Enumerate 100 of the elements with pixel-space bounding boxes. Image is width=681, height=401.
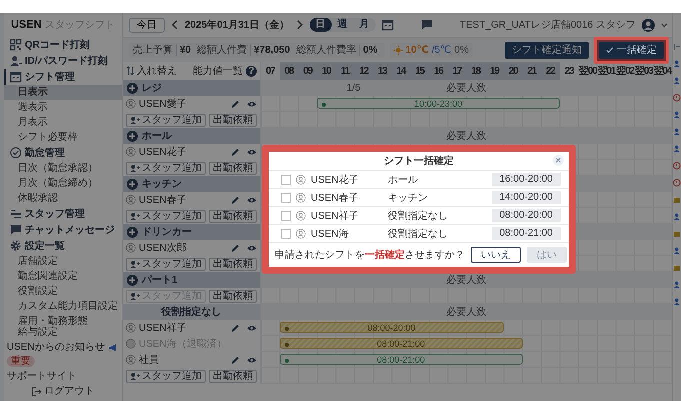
- group-name: パート1: [142, 274, 178, 287]
- request-shift-button[interactable]: 出勤依頼: [209, 370, 257, 382]
- user-plus-icon: [130, 116, 140, 124]
- hour-label: 11: [336, 62, 354, 80]
- qr-code-icon: [10, 39, 22, 51]
- plus-circle-icon[interactable]: [127, 178, 138, 190]
- request-shift-button[interactable]: 出勤依頼: [209, 114, 257, 126]
- confirm-all-button[interactable]: 一括確定: [599, 42, 664, 58]
- previous-icon[interactable]: [171, 20, 179, 30]
- avatar-icon: [296, 174, 306, 184]
- sidebar-subitem[interactable]: 月表示: [4, 115, 122, 130]
- shift-bar[interactable]: 08:00-21:00: [280, 338, 523, 349]
- user-plus-icon: [130, 164, 140, 172]
- news-link[interactable]: USENからのお知らせ: [7, 342, 105, 353]
- request-shift-button[interactable]: 出勤依頼: [209, 210, 257, 222]
- hour-label: 10: [317, 62, 336, 80]
- add-staff-button[interactable]: スタッフ追加: [126, 370, 206, 382]
- user-plus-icon: [130, 372, 140, 380]
- eye-icon[interactable]: [247, 148, 257, 156]
- date-label: 2025年01月31日（金）: [185, 18, 290, 32]
- request-shift-button[interactable]: 出勤依頼: [209, 290, 257, 302]
- add-staff-button[interactable]: スタッフ追加: [126, 114, 206, 126]
- sidebar-item[interactable]: ID/パスワード打刻: [4, 53, 122, 69]
- shift-bar[interactable]: 08:00-20:00: [280, 322, 504, 333]
- user-plus-icon: [130, 292, 140, 300]
- sidebar-item[interactable]: チャットメッセージ: [4, 222, 122, 238]
- staff-name: USEN祥子: [311, 210, 360, 222]
- staff-name: USEN次郎: [139, 242, 188, 255]
- eye-icon[interactable]: [247, 100, 257, 108]
- sidebar-subitem[interactable]: カスタム能力項目設定: [4, 299, 122, 314]
- shift-bar[interactable]: 08:00-21:00: [280, 354, 523, 365]
- eye-icon[interactable]: [247, 324, 257, 332]
- dialog-button[interactable]: いいえ: [471, 247, 521, 263]
- help-button[interactable]: ?: [246, 66, 257, 76]
- request-shift-button[interactable]: 出勤依頼: [209, 258, 257, 270]
- gear-icon: [10, 240, 22, 252]
- view-tab[interactable]: 月: [354, 18, 376, 32]
- avatar-icon[interactable]: [642, 18, 655, 32]
- caret-icon[interactable]: [661, 22, 668, 28]
- plus-circle-icon[interactable]: [127, 226, 138, 238]
- pencil-icon[interactable]: [231, 148, 240, 156]
- role-name: ホール: [388, 174, 419, 186]
- view-tab[interactable]: 日: [310, 18, 332, 32]
- today-button[interactable]: 今日: [129, 18, 165, 32]
- sidebar-subitem[interactable]: 日次（勤怠承認）: [4, 161, 122, 176]
- checkbox[interactable]: [281, 174, 291, 184]
- group-name: 役割指定なし: [162, 305, 222, 319]
- skills-link[interactable]: 能力値一覧: [193, 64, 243, 78]
- sidebar-subitem[interactable]: 月次（勤怠締め）: [4, 176, 122, 191]
- sidebar-subitem[interactable]: 役割設定: [4, 284, 122, 299]
- pencil-icon[interactable]: [231, 196, 240, 204]
- eye-icon[interactable]: [247, 196, 257, 204]
- sidebar-item[interactable]: 設定一覧: [4, 238, 122, 254]
- notify-button[interactable]: シフト確定通知: [505, 42, 589, 58]
- avatar-icon: [296, 210, 306, 220]
- sidebar-item[interactable]: 勤怠管理: [4, 145, 122, 161]
- plus-circle-icon[interactable]: [127, 82, 138, 94]
- chat-icon[interactable]: [420, 19, 433, 31]
- view-tab[interactable]: 週: [332, 18, 354, 32]
- shift-bar[interactable]: 10:00-23:00: [317, 98, 560, 109]
- pencil-icon[interactable]: [231, 244, 240, 252]
- checkbox[interactable]: [281, 228, 291, 238]
- support-link[interactable]: サポートサイト: [4, 369, 122, 384]
- pencil-icon[interactable]: [231, 100, 240, 108]
- checkbox[interactable]: [281, 210, 291, 220]
- sidebar-subitem[interactable]: シフト必要枠: [4, 130, 122, 145]
- avatar-icon: [296, 228, 306, 238]
- plus-circle-icon[interactable]: [127, 130, 138, 142]
- eye-icon[interactable]: [247, 356, 257, 364]
- sidebar-subitem[interactable]: 店舗設定: [4, 254, 122, 269]
- user-icon: [673, 77, 681, 85]
- logout-button[interactable]: ログアウト: [28, 384, 98, 399]
- swap-button[interactable]: 入れ替え: [126, 64, 177, 78]
- sidebar-subitem[interactable]: 日表示: [4, 85, 122, 100]
- dialog-title: シフト一括確定: [384, 154, 454, 168]
- avatar-icon: [126, 147, 136, 157]
- hour-label: 09: [298, 62, 318, 80]
- pencil-icon[interactable]: [231, 356, 240, 364]
- eye-icon[interactable]: [247, 244, 257, 252]
- checkbox[interactable]: [281, 192, 291, 202]
- add-staff-button[interactable]: スタッフ追加: [126, 258, 206, 270]
- user-icon: [673, 111, 681, 119]
- stat-label: 売上予算: [133, 44, 173, 56]
- sidebar-item[interactable]: QRコード打刻: [4, 37, 122, 53]
- sidebar-subitem[interactable]: 勤怠関連設定: [4, 269, 122, 284]
- add-staff-button[interactable]: スタッフ追加: [126, 210, 206, 222]
- calendar-icon[interactable]: [382, 19, 394, 31]
- sidebar-subitem[interactable]: 休暇承認: [4, 191, 122, 206]
- pencil-icon[interactable]: [231, 324, 240, 332]
- add-staff-button[interactable]: スタッフ追加: [126, 162, 206, 174]
- confirm-question: 申請されたシフトを一括確定させますか？: [275, 248, 465, 262]
- sidebar-subitem[interactable]: 週表示: [4, 100, 122, 115]
- sidebar-item[interactable]: スタッフ管理: [4, 206, 122, 222]
- plus-circle-icon[interactable]: [127, 274, 138, 286]
- close-icon[interactable]: [553, 155, 564, 166]
- sidebar-subitem[interactable]: 雇用・勤務形態給与設定: [4, 314, 90, 340]
- required-label: 必要人数: [446, 130, 486, 142]
- next-icon[interactable]: [296, 20, 304, 30]
- request-shift-button[interactable]: 出勤依頼: [209, 162, 257, 174]
- alert-icon: [673, 162, 681, 170]
